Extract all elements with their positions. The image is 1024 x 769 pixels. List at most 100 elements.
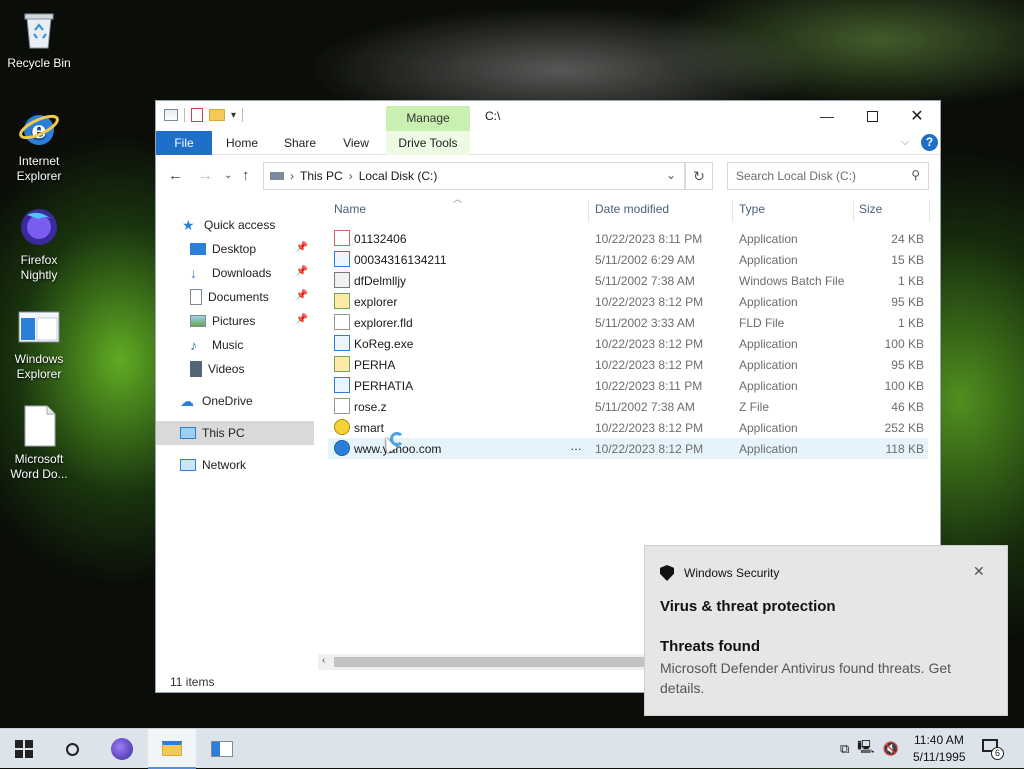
file-icon [334,377,350,393]
address-dropdown-icon[interactable]: ⌄ [666,168,676,182]
file-row[interactable]: rose.z 5/11/2002 7:38 AM Z File 46 KB [328,396,928,417]
meet-now-icon[interactable]: ⧉ [840,741,849,757]
tab-share[interactable]: Share [276,131,324,155]
customize-toolbar-icon[interactable]: ▾ [231,110,236,121]
breadcrumb-local-disk[interactable]: Local Disk (C:) [359,169,438,183]
forward-button[interactable]: → [198,167,213,184]
column-divider[interactable] [732,200,733,222]
nav-label: Quick access [204,218,276,232]
desktop-icon-recycle-bin[interactable]: Recycle Bin [1,8,77,71]
tab-home[interactable]: Home [218,131,266,155]
minimize-button[interactable]: — [804,101,850,131]
back-button[interactable]: ← [168,167,183,184]
nav-downloads[interactable]: ↓ Downloads 📌 [190,261,314,285]
desktop-icon-word-document[interactable]: Microsoft Word Do... [1,404,77,482]
file-row[interactable]: 01132406 10/22/2023 8:11 PM Application 24 … [328,228,928,249]
nav-documents[interactable]: Documents 📌 [190,285,314,309]
pin-icon[interactable]: 📌 [296,290,308,301]
windows-explorer-icon [17,304,61,348]
search-button[interactable] [48,729,96,769]
file-row[interactable]: explorer 10/22/2023 8:12 PM Application 95 … [328,291,928,312]
file-date-modified: 10/22/2023 8:11 PM [595,232,703,246]
file-date-modified: 5/11/2002 7:38 AM [595,400,695,414]
column-header-size[interactable]: Size [859,202,882,222]
maximize-button[interactable] [849,101,895,131]
network-icon[interactable]: 🖳 [857,738,874,760]
internet-explorer-icon: e [17,106,61,150]
nav-pictures[interactable]: Pictures 📌 [190,309,314,333]
new-folder-icon[interactable] [209,109,225,121]
file-type: Windows Batch File [739,274,845,288]
desktop-icon-firefox-nightly[interactable]: Firefox Nightly [1,205,77,283]
tab-view[interactable]: View [332,131,380,155]
nav-music[interactable]: ♪ Music [190,333,314,357]
more-options-icon[interactable]: … [570,439,582,453]
column-header-type[interactable]: Type [739,202,765,222]
desktop-icon-internet-explorer[interactable]: e Internet Explorer [1,106,77,184]
taskbar-time[interactable]: 11:40 AM [914,733,964,747]
taskbar-date[interactable]: 5/11/1995 [913,750,966,764]
file-date-modified: 5/11/2002 3:33 AM [595,316,695,330]
file-row[interactable]: 00034316134211 5/11/2002 6:29 AM Applicati… [328,249,928,270]
start-button[interactable] [0,729,48,769]
toast-close-button[interactable]: ✕ [973,563,985,580]
nav-this-pc[interactable]: This PC [156,421,314,445]
properties-icon[interactable] [191,108,203,122]
file-row[interactable]: PERHATIA 10/22/2023 8:11 PM Application 100… [328,375,928,396]
explorer-app-icon[interactable] [164,109,178,121]
up-button[interactable]: ↑ [242,167,250,184]
desktop-icon-windows-explorer[interactable]: Windows Explorer [1,304,77,382]
column-header-name[interactable]: Name [334,202,366,222]
scrollbar-thumb[interactable] [334,657,648,667]
file-name: PERHA [354,358,396,372]
taskbar-file-explorer[interactable] [148,729,196,769]
nav-label: Documents [208,290,269,304]
taskbar-windows-explorer[interactable] [198,729,246,769]
nav-desktop[interactable]: Desktop 📌 [190,237,314,261]
horizontal-scrollbar[interactable]: ‹ [318,654,648,670]
file-row[interactable]: KoReg.exe 10/22/2023 8:12 PM Application 10… [328,333,928,354]
pin-icon[interactable]: 📌 [296,266,308,277]
file-row[interactable]: dfDelmlljy 5/11/2002 7:38 AM Windows Batch… [328,270,928,291]
onedrive-icon: ☁ [180,393,194,409]
downloads-icon: ↓ [190,265,197,281]
pin-icon[interactable]: 📌 [296,314,308,325]
tab-manage[interactable]: Manage [386,106,470,131]
nav-label: Downloads [212,266,272,280]
recent-locations-button[interactable]: ⌄ [224,170,232,181]
expand-ribbon-icon[interactable]: ⌵ [901,136,909,149]
address-row: ← → ⌄ ↑ › This PC › Local Disk (C:) ⌄ ↻ … [156,155,940,195]
nav-onedrive[interactable]: ☁ OneDrive [180,389,314,413]
volume-muted-icon[interactable]: 🔇 [883,741,899,757]
windows-security-toast[interactable]: Windows Security ✕ Virus & threat protec… [644,545,1008,716]
file-name: explorer.fld [354,316,413,330]
search-input[interactable]: Search Local Disk (C:) ⚲ [727,162,929,190]
firefox-nightly-icon [17,205,61,249]
close-button[interactable]: ✕ [894,101,940,131]
scroll-left-icon[interactable]: ‹ [322,655,325,666]
file-row[interactable]: PERHA 10/22/2023 8:12 PM Application 95 KB [328,354,928,375]
refresh-button[interactable]: ↻ [685,162,713,190]
file-row[interactable]: www.yahoo.com 10/22/2023 8:12 PM Applicati… [328,438,928,459]
column-divider[interactable] [929,200,930,222]
windows-logo-icon [15,740,33,758]
column-divider[interactable] [588,200,589,222]
nav-network[interactable]: Network [180,453,314,477]
nav-label: This PC [202,426,245,440]
help-icon[interactable]: ? [921,134,938,151]
breadcrumb-this-pc[interactable]: This PC [300,169,343,183]
tab-file[interactable]: File [156,131,212,155]
column-header-date-modified[interactable]: Date modified [595,202,669,222]
address-bar[interactable]: › This PC › Local Disk (C:) ⌄ [263,162,685,190]
file-name: 01132406 [354,232,407,246]
file-type: Z File [739,400,769,414]
nav-quick-access[interactable]: ★ Quick access [182,213,340,237]
action-center-button[interactable]: 6 [982,739,1004,760]
file-row[interactable]: explorer.fld 5/11/2002 3:33 AM FLD File 1 K… [328,312,928,333]
tab-drive-tools[interactable]: Drive Tools [386,131,470,155]
taskbar-firefox-nightly[interactable] [98,729,146,769]
pin-icon[interactable]: 📌 [296,242,308,253]
nav-videos[interactable]: Videos [190,357,314,381]
column-divider[interactable] [853,200,854,222]
file-row[interactable]: smart 10/22/2023 8:12 PM Application 252 KB [328,417,928,438]
